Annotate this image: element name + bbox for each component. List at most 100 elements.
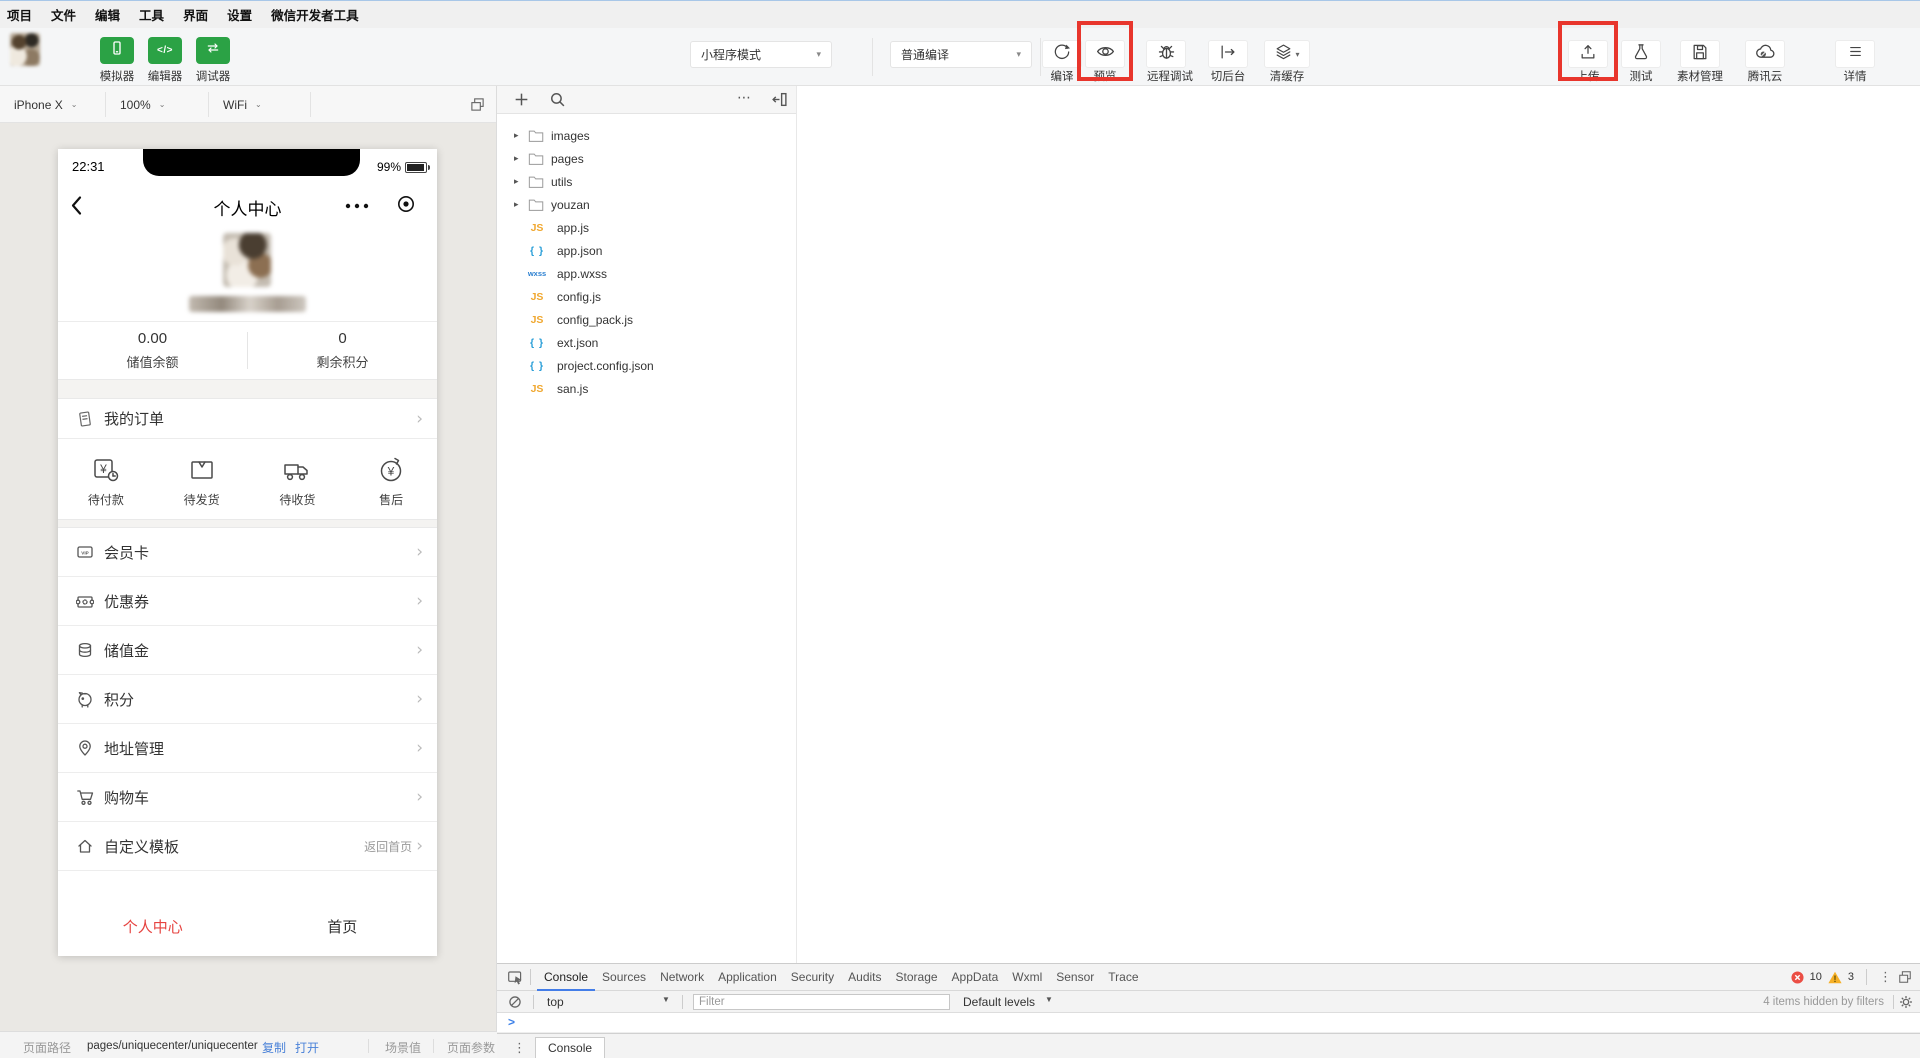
tree-folder-images[interactable]: ▸ images — [497, 124, 796, 147]
tree-folder-pages[interactable]: ▸ pages — [497, 147, 796, 170]
menu-row-cart[interactable]: 购物车 › — [58, 773, 437, 822]
add-file-icon[interactable] — [513, 91, 530, 108]
expand-arrow-icon[interactable]: ▸ — [514, 153, 524, 164]
back-to-home-link[interactable]: 返回首页 — [364, 838, 412, 855]
tab-profile[interactable]: 个人中心 — [58, 896, 248, 956]
menu-interface[interactable]: 界面 — [183, 5, 208, 24]
points-label: 剩余积分 — [316, 352, 368, 371]
more-actions-icon[interactable]: ⋯ — [737, 89, 751, 106]
remote-debug-button[interactable] — [1146, 40, 1186, 68]
menu-row-points[interactable]: 积分 › — [58, 675, 437, 724]
undock-devtools-icon[interactable] — [1898, 970, 1912, 984]
tab-sources[interactable]: Sources — [595, 964, 653, 991]
floppy-save-icon — [1690, 42, 1710, 67]
warning-count[interactable]: 3 — [1848, 971, 1854, 983]
console-settings-gear-icon[interactable] — [1899, 995, 1913, 1009]
search-icon[interactable] — [549, 91, 566, 108]
error-count[interactable]: 10 — [1810, 971, 1822, 983]
simulator-toggle-button[interactable] — [100, 37, 134, 64]
expand-arrow-icon[interactable]: ▸ — [514, 176, 524, 187]
expand-arrow-icon[interactable]: ▸ — [514, 130, 524, 141]
collapse-panel-icon[interactable] — [771, 91, 788, 108]
stored-balance[interactable]: 0.00 储值余额 — [58, 322, 247, 379]
test-button[interactable] — [1621, 40, 1661, 68]
tab-console[interactable]: Console — [537, 964, 595, 991]
user-avatar[interactable] — [10, 33, 40, 66]
devtools-menu-icon[interactable]: ⋮ — [1879, 969, 1892, 985]
log-levels-select[interactable]: Default levels — [963, 995, 1035, 1009]
tab-appdata[interactable]: AppData — [945, 964, 1006, 991]
divider — [105, 92, 106, 117]
assets-manager-button[interactable] — [1680, 40, 1720, 68]
device-select[interactable]: iPhone X ⌄ — [14, 86, 77, 123]
drawer-menu-icon[interactable]: ⋮ — [513, 1040, 526, 1056]
tab-audits[interactable]: Audits — [841, 964, 888, 991]
menu-settings[interactable]: 设置 — [227, 5, 252, 24]
tree-file-config-js[interactable]: JS config.js — [497, 285, 796, 308]
order-item-aftersale[interactable]: ¥ 售后 — [375, 454, 407, 508]
tab-security[interactable]: Security — [784, 964, 841, 991]
tree-file-config-pack-js[interactable]: JS config_pack.js — [497, 308, 796, 331]
tree-file-project-config-json[interactable]: { } project.config.json — [497, 354, 796, 377]
clear-cache-button[interactable]: ▾ — [1264, 40, 1310, 68]
tab-home[interactable]: 首页 — [248, 896, 438, 956]
tree-file-san-js[interactable]: JS san.js — [497, 377, 796, 400]
network-select[interactable]: WiFi ⌄ — [223, 86, 262, 123]
my-orders-row[interactable]: 我的订单 › — [58, 399, 437, 438]
order-item-to-receive[interactable]: 待收货 — [279, 454, 315, 508]
tree-file-ext-json[interactable]: { } ext.json — [497, 331, 796, 354]
menu-tools[interactable]: 工具 — [139, 5, 164, 24]
compile-mode-select[interactable]: 普通编译 ▾ — [890, 41, 1032, 68]
context-select[interactable]: top — [547, 995, 564, 1009]
tab-storage[interactable]: Storage — [889, 964, 945, 991]
points-remaining[interactable]: 0 剩余积分 — [248, 322, 437, 379]
expand-arrow-icon[interactable]: ▸ — [514, 199, 524, 210]
tencent-cloud-button[interactable] — [1745, 40, 1785, 68]
mode-select[interactable]: 小程序模式 ▾ — [690, 41, 832, 68]
menu-row-membership-card[interactable]: VIP 会员卡 › — [58, 528, 437, 577]
menu-row-coupons[interactable]: 优惠券 › — [58, 577, 437, 626]
editor-toggle-button[interactable]: </> — [148, 37, 182, 64]
chevron-down-icon[interactable]: ▼ — [662, 995, 670, 1004]
menu-row-stored-value[interactable]: 储值金 › — [58, 626, 437, 675]
menu-row-address[interactable]: 地址管理 › — [58, 724, 437, 773]
menu-file[interactable]: 文件 — [51, 5, 76, 24]
details-button[interactable] — [1835, 40, 1875, 68]
menu-project[interactable]: 项目 — [7, 5, 32, 24]
user-profile-avatar[interactable] — [223, 233, 271, 287]
tab-wxml[interactable]: Wxml — [1005, 964, 1049, 991]
zoom-select[interactable]: 100% ⌄ — [120, 86, 165, 123]
tree-file-app-js[interactable]: JS app.js — [497, 216, 796, 239]
tree-folder-utils[interactable]: ▸ utils — [497, 170, 796, 193]
upload-button[interactable] — [1568, 40, 1608, 68]
tab-sensor[interactable]: Sensor — [1049, 964, 1101, 991]
scene-value-label[interactable]: 场景值 — [385, 1039, 421, 1056]
debugger-toggle-button[interactable] — [196, 37, 230, 64]
open-path-link[interactable]: 打开 — [295, 1039, 319, 1056]
drawer-tab-console[interactable]: Console — [535, 1037, 605, 1058]
console-output[interactable]: > — [497, 1013, 1920, 1033]
preview-button[interactable] — [1085, 40, 1125, 68]
order-item-pending-payment[interactable]: ¥ 待付款 — [88, 454, 124, 508]
tab-network[interactable]: Network — [653, 964, 711, 991]
order-item-to-ship[interactable]: 待发货 — [184, 454, 220, 508]
menu-row-custom-template[interactable]: 自定义模板 返回首页 › — [58, 822, 437, 871]
more-options-icon[interactable] — [344, 197, 370, 215]
tab-trace[interactable]: Trace — [1101, 964, 1145, 991]
menu-edit[interactable]: 编辑 — [95, 5, 120, 24]
tree-file-app-json[interactable]: { } app.json — [497, 239, 796, 262]
copy-path-link[interactable]: 复制 — [262, 1039, 286, 1056]
menu-wechat-devtools[interactable]: 微信开发者工具 — [271, 5, 359, 24]
tree-file-app-wxss[interactable]: wxss app.wxss — [497, 262, 796, 285]
clear-console-icon[interactable] — [508, 995, 522, 1009]
tree-folder-youzan[interactable]: ▸ youzan — [497, 193, 796, 216]
switch-background-button[interactable] — [1208, 40, 1248, 68]
tab-application[interactable]: Application — [711, 964, 784, 991]
compile-button[interactable] — [1042, 40, 1082, 68]
chevron-down-icon[interactable]: ▼ — [1045, 995, 1053, 1004]
capsule-home-icon[interactable] — [396, 194, 416, 219]
console-filter-input[interactable] — [693, 994, 950, 1010]
page-params-label[interactable]: 页面参数 — [447, 1039, 495, 1056]
inspect-element-icon[interactable] — [507, 969, 524, 986]
undock-simulator-button[interactable] — [470, 86, 485, 123]
